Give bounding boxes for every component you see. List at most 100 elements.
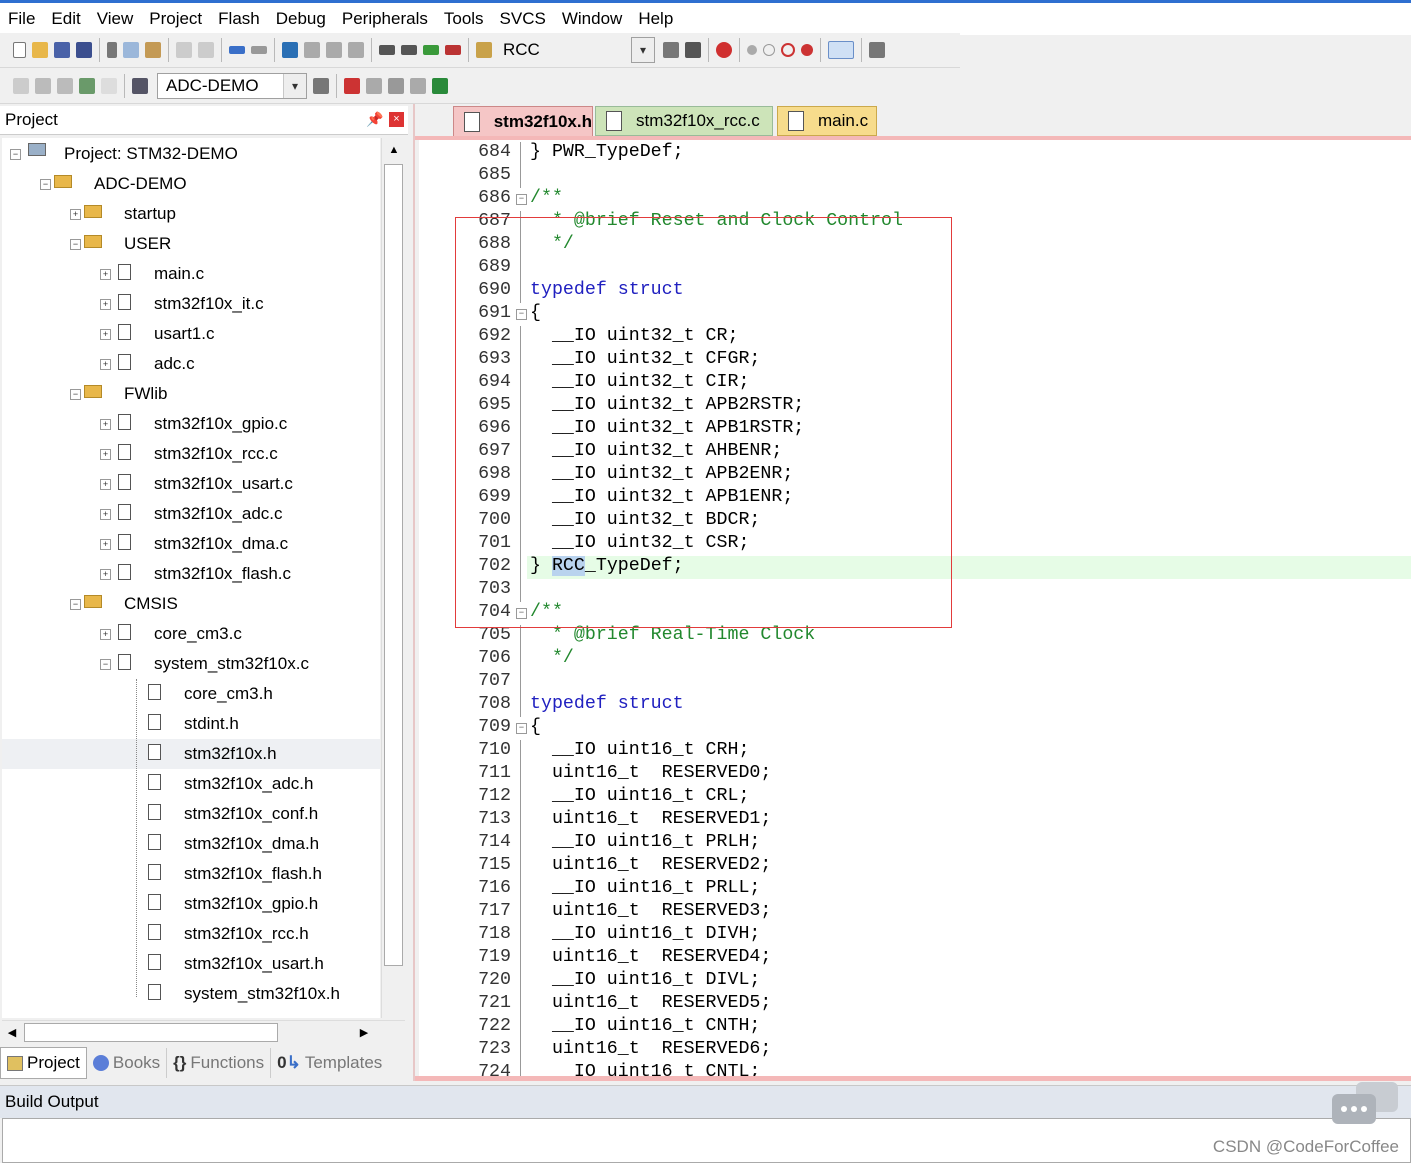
- fold-icon[interactable]: −: [516, 608, 527, 619]
- find-in-files-icon[interactable]: [476, 42, 492, 58]
- scroll-thumb[interactable]: [24, 1023, 278, 1042]
- copy-icon[interactable]: [123, 42, 139, 58]
- nav-back-icon[interactable]: [229, 46, 245, 54]
- menu-peripherals[interactable]: Peripherals: [334, 4, 436, 34]
- menu-project[interactable]: Project: [141, 4, 210, 34]
- tree-item-main-c[interactable]: main.c: [154, 259, 204, 289]
- tree-item-stm32f10x-h[interactable]: stm32f10x.h: [184, 739, 277, 769]
- collapse-icon[interactable]: −: [40, 179, 51, 190]
- tree-item-core-cm3-c[interactable]: core_cm3.c: [154, 619, 242, 649]
- tree-item-adc-c[interactable]: adc.c: [154, 349, 195, 379]
- save-icon[interactable]: [54, 42, 70, 58]
- tree-item-stdint-h[interactable]: stdint.h: [184, 709, 239, 739]
- tab-main-c[interactable]: main.c: [777, 106, 877, 136]
- paste-icon[interactable]: [145, 42, 161, 58]
- expand-icon[interactable]: +: [100, 569, 111, 580]
- open-folder-icon[interactable]: [32, 42, 48, 58]
- tab-stm32f10x-rcc-c[interactable]: stm32f10x_rcc.c: [595, 106, 773, 136]
- scroll-right-icon[interactable]: ▶: [354, 1026, 374, 1039]
- stop-build-icon[interactable]: [101, 78, 117, 94]
- find-icon[interactable]: [663, 42, 679, 58]
- rebuild-icon[interactable]: [57, 78, 73, 94]
- breakpoint-icon[interactable]: [747, 45, 757, 55]
- fold-icon[interactable]: −: [516, 309, 527, 320]
- tree-item-stm32f10x-dma-h[interactable]: stm32f10x_dma.h: [184, 829, 319, 859]
- expand-icon[interactable]: +: [100, 539, 111, 550]
- save-all-icon[interactable]: [76, 42, 92, 58]
- collapse-icon[interactable]: −: [70, 389, 81, 400]
- software-packs-icon[interactable]: [432, 78, 448, 94]
- tab-books[interactable]: Books: [87, 1048, 168, 1078]
- tree-item-system-stm32f10x-c[interactable]: system_stm32f10x.c: [154, 649, 309, 679]
- breakpoint-disable-all-icon[interactable]: [781, 43, 795, 57]
- comment-icon[interactable]: [423, 45, 439, 55]
- scroll-left-icon[interactable]: ◀: [2, 1026, 22, 1039]
- indent-icon[interactable]: [379, 45, 395, 55]
- tree-item-stm32f10x-flash-h[interactable]: stm32f10x_flash.h: [184, 859, 322, 889]
- tab-functions[interactable]: {} Functions: [167, 1048, 272, 1078]
- bookmark-next-icon[interactable]: [326, 42, 342, 58]
- menu-view[interactable]: View: [89, 4, 142, 34]
- tree-item-stm32f10x-gpio-c[interactable]: stm32f10x_gpio.c: [154, 409, 287, 439]
- build-icon[interactable]: [35, 78, 51, 94]
- collapse-icon[interactable]: −: [100, 659, 111, 670]
- tree-item-stm32f10x-dma-c[interactable]: stm32f10x_dma.c: [154, 529, 288, 559]
- incremental-find-icon[interactable]: [685, 42, 701, 58]
- debug-session-icon[interactable]: [716, 42, 732, 58]
- tree-item-adc-demo[interactable]: ADC-DEMO: [94, 169, 187, 199]
- tree-item-stm32f10x-it-c[interactable]: stm32f10x_it.c: [154, 289, 264, 319]
- tree-item-stm32f10x-gpio-h[interactable]: stm32f10x_gpio.h: [184, 889, 318, 919]
- nav-forward-icon[interactable]: [251, 46, 267, 54]
- tree-item-usart1-c[interactable]: usart1.c: [154, 319, 214, 349]
- bookmark-icon[interactable]: [282, 42, 298, 58]
- menu-help[interactable]: Help: [630, 4, 681, 34]
- expand-icon[interactable]: +: [100, 479, 111, 490]
- close-icon[interactable]: ×: [389, 112, 404, 127]
- tree-item-user[interactable]: USER: [124, 229, 171, 259]
- fold-icon[interactable]: −: [516, 194, 527, 205]
- download-icon[interactable]: [132, 78, 148, 94]
- menu-svcs[interactable]: SVCS: [492, 4, 554, 34]
- project-tree-horizontal-scrollbar[interactable]: ◀ ▶: [2, 1020, 405, 1045]
- fold-icon[interactable]: −: [516, 723, 527, 734]
- scroll-thumb[interactable]: [384, 164, 403, 966]
- menu-window[interactable]: Window: [554, 4, 630, 34]
- expand-icon[interactable]: +: [100, 419, 111, 430]
- tree-item-stm32f10x-adc-h[interactable]: stm32f10x_adc.h: [184, 769, 313, 799]
- tree-item-stm32f10x-usart-c[interactable]: stm32f10x_usart.c: [154, 469, 293, 499]
- tree-item-stm32f10x-usart-h[interactable]: stm32f10x_usart.h: [184, 949, 324, 979]
- expand-icon[interactable]: +: [100, 359, 111, 370]
- target-select[interactable]: ADC-DEMO ▾: [157, 73, 307, 99]
- bookmark-prev-icon[interactable]: [304, 42, 320, 58]
- manage-project-items-icon[interactable]: [344, 78, 360, 94]
- expand-icon[interactable]: +: [100, 509, 111, 520]
- tree-item-stm32f10x-flash-c[interactable]: stm32f10x_flash.c: [154, 559, 291, 589]
- tree-item-stm32f10x-adc-c[interactable]: stm32f10x_adc.c: [154, 499, 283, 529]
- code-editor[interactable]: 684} PWR_TypeDef; 685 686−/** 687 * @brief …: [419, 140, 1411, 1076]
- tree-item-core-cm3-h[interactable]: core_cm3.h: [184, 679, 273, 709]
- bookmark-clear-icon[interactable]: [348, 42, 364, 58]
- tab-stm32f10x-h[interactable]: stm32f10x.h: [453, 106, 593, 136]
- find-combo-dropdown[interactable]: ▾: [631, 37, 655, 63]
- expand-icon[interactable]: +: [100, 449, 111, 460]
- cut-icon[interactable]: [107, 42, 117, 58]
- menu-tools[interactable]: Tools: [436, 4, 492, 34]
- configure-icon[interactable]: [869, 42, 885, 58]
- pin-icon[interactable]: 📌: [366, 111, 383, 128]
- expand-icon[interactable]: +: [70, 209, 81, 220]
- breakpoint-kill-all-icon[interactable]: [801, 44, 813, 56]
- menu-edit[interactable]: Edit: [43, 4, 88, 34]
- expand-icon[interactable]: +: [100, 269, 111, 280]
- undo-icon[interactable]: [176, 42, 192, 58]
- project-tree-vertical-scrollbar[interactable]: ▲ ▼: [381, 138, 406, 1038]
- tree-item-stm32f10x-rcc-h[interactable]: stm32f10x_rcc.h: [184, 919, 309, 949]
- collapse-icon[interactable]: −: [70, 239, 81, 250]
- tree-item-system-stm32f10x-h[interactable]: system_stm32f10x.h: [184, 979, 340, 1009]
- tree-item-stm32f10x-conf-h[interactable]: stm32f10x_conf.h: [184, 799, 318, 829]
- scroll-up-icon[interactable]: ▲: [382, 144, 406, 156]
- translate-icon[interactable]: [13, 78, 29, 94]
- tree-item-fwlib[interactable]: FWlib: [124, 379, 167, 409]
- target-options-icon[interactable]: [313, 78, 329, 94]
- uncomment-icon[interactable]: [445, 45, 461, 55]
- window-layout-icon[interactable]: [828, 41, 854, 59]
